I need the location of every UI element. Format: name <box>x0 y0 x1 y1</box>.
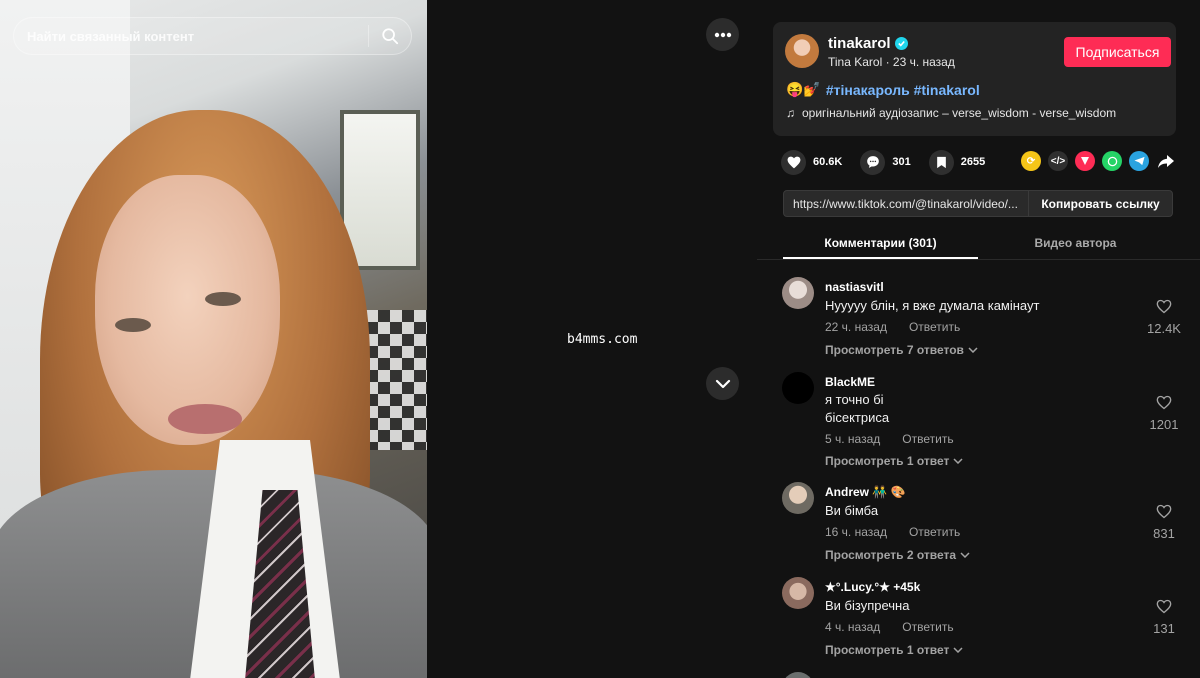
comment-like-button[interactable]: 131 <box>1144 599 1184 636</box>
comment-time: 5 ч. назад <box>825 432 881 446</box>
music-info[interactable]: ♫ оригінальний аудіозапис – verse_wisdom… <box>786 106 1116 120</box>
comment-item: ★°.Lucy.°★ +45k Ви бізупречна 4 ч. назад… <box>782 560 1182 660</box>
reply-button[interactable]: Ответить <box>909 525 960 539</box>
caption-emojis: 😝💅 <box>786 81 821 97</box>
search-input[interactable] <box>14 18 368 54</box>
video-url[interactable]: https://www.tiktok.com/@tinakarol/video/… <box>784 197 1028 211</box>
engagement-stats: 60.6K 301 2655 <box>781 149 1003 175</box>
view-replies-button[interactable]: Просмотреть 1 ответ <box>825 643 963 657</box>
comment-list: nastiasvitl Нууууу блін, я вже думала ка… <box>757 260 1200 678</box>
comment-meta: 22 ч. назад Ответить <box>825 320 960 334</box>
author-avatar[interactable] <box>785 34 819 68</box>
author-card: tinakarol Tina Karol · 23 ч. назад Подпи… <box>773 22 1176 136</box>
chevron-down-icon <box>715 379 730 388</box>
send-to-friends-icon[interactable] <box>1075 151 1095 171</box>
chevron-down-icon <box>953 647 963 653</box>
comment-bubble-icon[interactable] <box>860 149 886 175</box>
author-subtitle: Tina Karol · 23 ч. назад <box>828 55 955 69</box>
reply-button[interactable]: Ответить <box>902 620 953 634</box>
bookmark-icon[interactable] <box>928 149 954 175</box>
comment-text: я точно бі <box>825 392 884 407</box>
comment-username[interactable]: BlackME <box>825 375 875 389</box>
comment-like-button[interactable]: 12.4K <box>1144 299 1184 336</box>
avatar[interactable] <box>782 277 814 309</box>
caption-hashtags[interactable]: #тінакароль #tinakarol <box>826 82 980 98</box>
like-stat[interactable]: 60.6K <box>781 149 843 175</box>
heart-icon[interactable] <box>781 149 806 175</box>
comment-count: 301 <box>892 156 911 168</box>
comment-text: Ви бімба <box>825 503 879 518</box>
follow-button[interactable]: Подписаться <box>1064 37 1171 67</box>
comment-like-count: 831 <box>1153 526 1175 541</box>
comment-username[interactable]: nastiasvitl <box>825 280 884 294</box>
comment-like-button[interactable]: 1201 <box>1144 395 1184 432</box>
details-panel: tinakarol Tina Karol · 23 ч. назад Подпи… <box>757 0 1200 678</box>
video-caption: 😝💅 #тінакароль #tinakarol <box>786 81 980 98</box>
heart-outline-icon <box>1156 599 1172 614</box>
avatar[interactable] <box>782 577 814 609</box>
heart-outline-icon <box>1156 504 1172 519</box>
related-content-search[interactable] <box>13 17 412 55</box>
share-arrow-icon[interactable] <box>1156 151 1176 171</box>
whatsapp-icon[interactable] <box>1102 151 1122 171</box>
chevron-down-icon <box>953 458 963 464</box>
video-area: b4mms.com <box>0 0 757 678</box>
panel-tabs: Комментарии (301) Видео автора <box>783 228 1173 259</box>
comment-text: Ви бізупречна <box>825 598 910 613</box>
comment-like-count: 1201 <box>1149 417 1179 432</box>
heart-outline-icon <box>1156 395 1172 410</box>
reply-button[interactable]: Ответить <box>902 432 953 446</box>
save-count: 2655 <box>960 156 986 168</box>
tab-author-videos[interactable]: Видео автора <box>978 228 1173 259</box>
music-note-icon: ♫ <box>786 106 795 120</box>
video-link-box: https://www.tiktok.com/@tinakarol/video/… <box>783 190 1173 217</box>
comment-stat[interactable]: 301 <box>860 149 911 175</box>
chevron-down-icon <box>968 347 978 353</box>
chevron-down-icon <box>960 552 970 558</box>
more-dots-icon <box>714 32 731 37</box>
more-options-button[interactable] <box>706 18 739 51</box>
verified-badge-icon <box>894 37 908 50</box>
reply-button[interactable]: Ответить <box>909 320 960 334</box>
next-video-button[interactable] <box>706 367 739 400</box>
comment-like-button[interactable]: 831 <box>1144 504 1184 541</box>
video-subject-face <box>95 175 280 445</box>
music-title[interactable]: оригінальний аудіозапис – verse_wisdom -… <box>802 106 1116 120</box>
search-button[interactable] <box>369 18 411 54</box>
author-username[interactable]: tinakarol <box>828 35 891 52</box>
comment-time: 16 ч. назад <box>825 525 887 539</box>
tab-comments[interactable]: Комментарии (301) <box>783 228 978 259</box>
comment-item: Andrew 👬 🎨 Ви бімба 16 ч. назад Ответить… <box>782 465 1182 565</box>
comment-time: 22 ч. назад <box>825 320 887 334</box>
share-buttons: ⟳ </> <box>1021 151 1176 171</box>
author-username-row[interactable]: tinakarol <box>828 35 908 52</box>
tiktok-video-page: b4mms.com tinakarol Tina Karol · 23 ч. н… <box>0 0 1200 678</box>
comment-text: Нууууу блін, я вже думала камінаут <box>825 298 1040 313</box>
comment-item: nastiasvitl Нууууу блін, я вже думала ка… <box>782 260 1182 370</box>
comment-meta: 4 ч. назад Ответить <box>825 620 954 634</box>
save-stat[interactable]: 2655 <box>928 149 986 175</box>
comment-item: BlackME я точно бі бісектриса 5 ч. назад… <box>782 355 1184 468</box>
search-icon <box>382 28 399 45</box>
comment-time: 4 ч. назад <box>825 620 881 634</box>
comment-text: бісектриса <box>825 410 890 425</box>
comment-username[interactable]: Andrew 👬 🎨 <box>825 485 906 499</box>
like-count: 60.6K <box>813 156 843 168</box>
video-player[interactable] <box>0 0 427 678</box>
copy-link-button[interactable]: Копировать ссылку <box>1028 191 1172 216</box>
comment-username[interactable]: ★°.Lucy.°★ +45k <box>825 580 920 594</box>
comment-like-count: 131 <box>1153 621 1175 636</box>
comment-meta: 5 ч. назад Ответить <box>825 432 954 446</box>
avatar[interactable] <box>782 372 814 404</box>
comment-meta: 16 ч. назад Ответить <box>825 525 960 539</box>
repost-icon[interactable]: ⟳ <box>1021 151 1041 171</box>
telegram-icon[interactable] <box>1129 151 1149 171</box>
watermark-text: b4mms.com <box>567 332 638 347</box>
comment-like-count: 12.4K <box>1147 321 1181 336</box>
embed-code-icon[interactable]: </> <box>1048 151 1068 171</box>
heart-outline-icon <box>1156 299 1172 314</box>
avatar[interactable] <box>782 482 814 514</box>
